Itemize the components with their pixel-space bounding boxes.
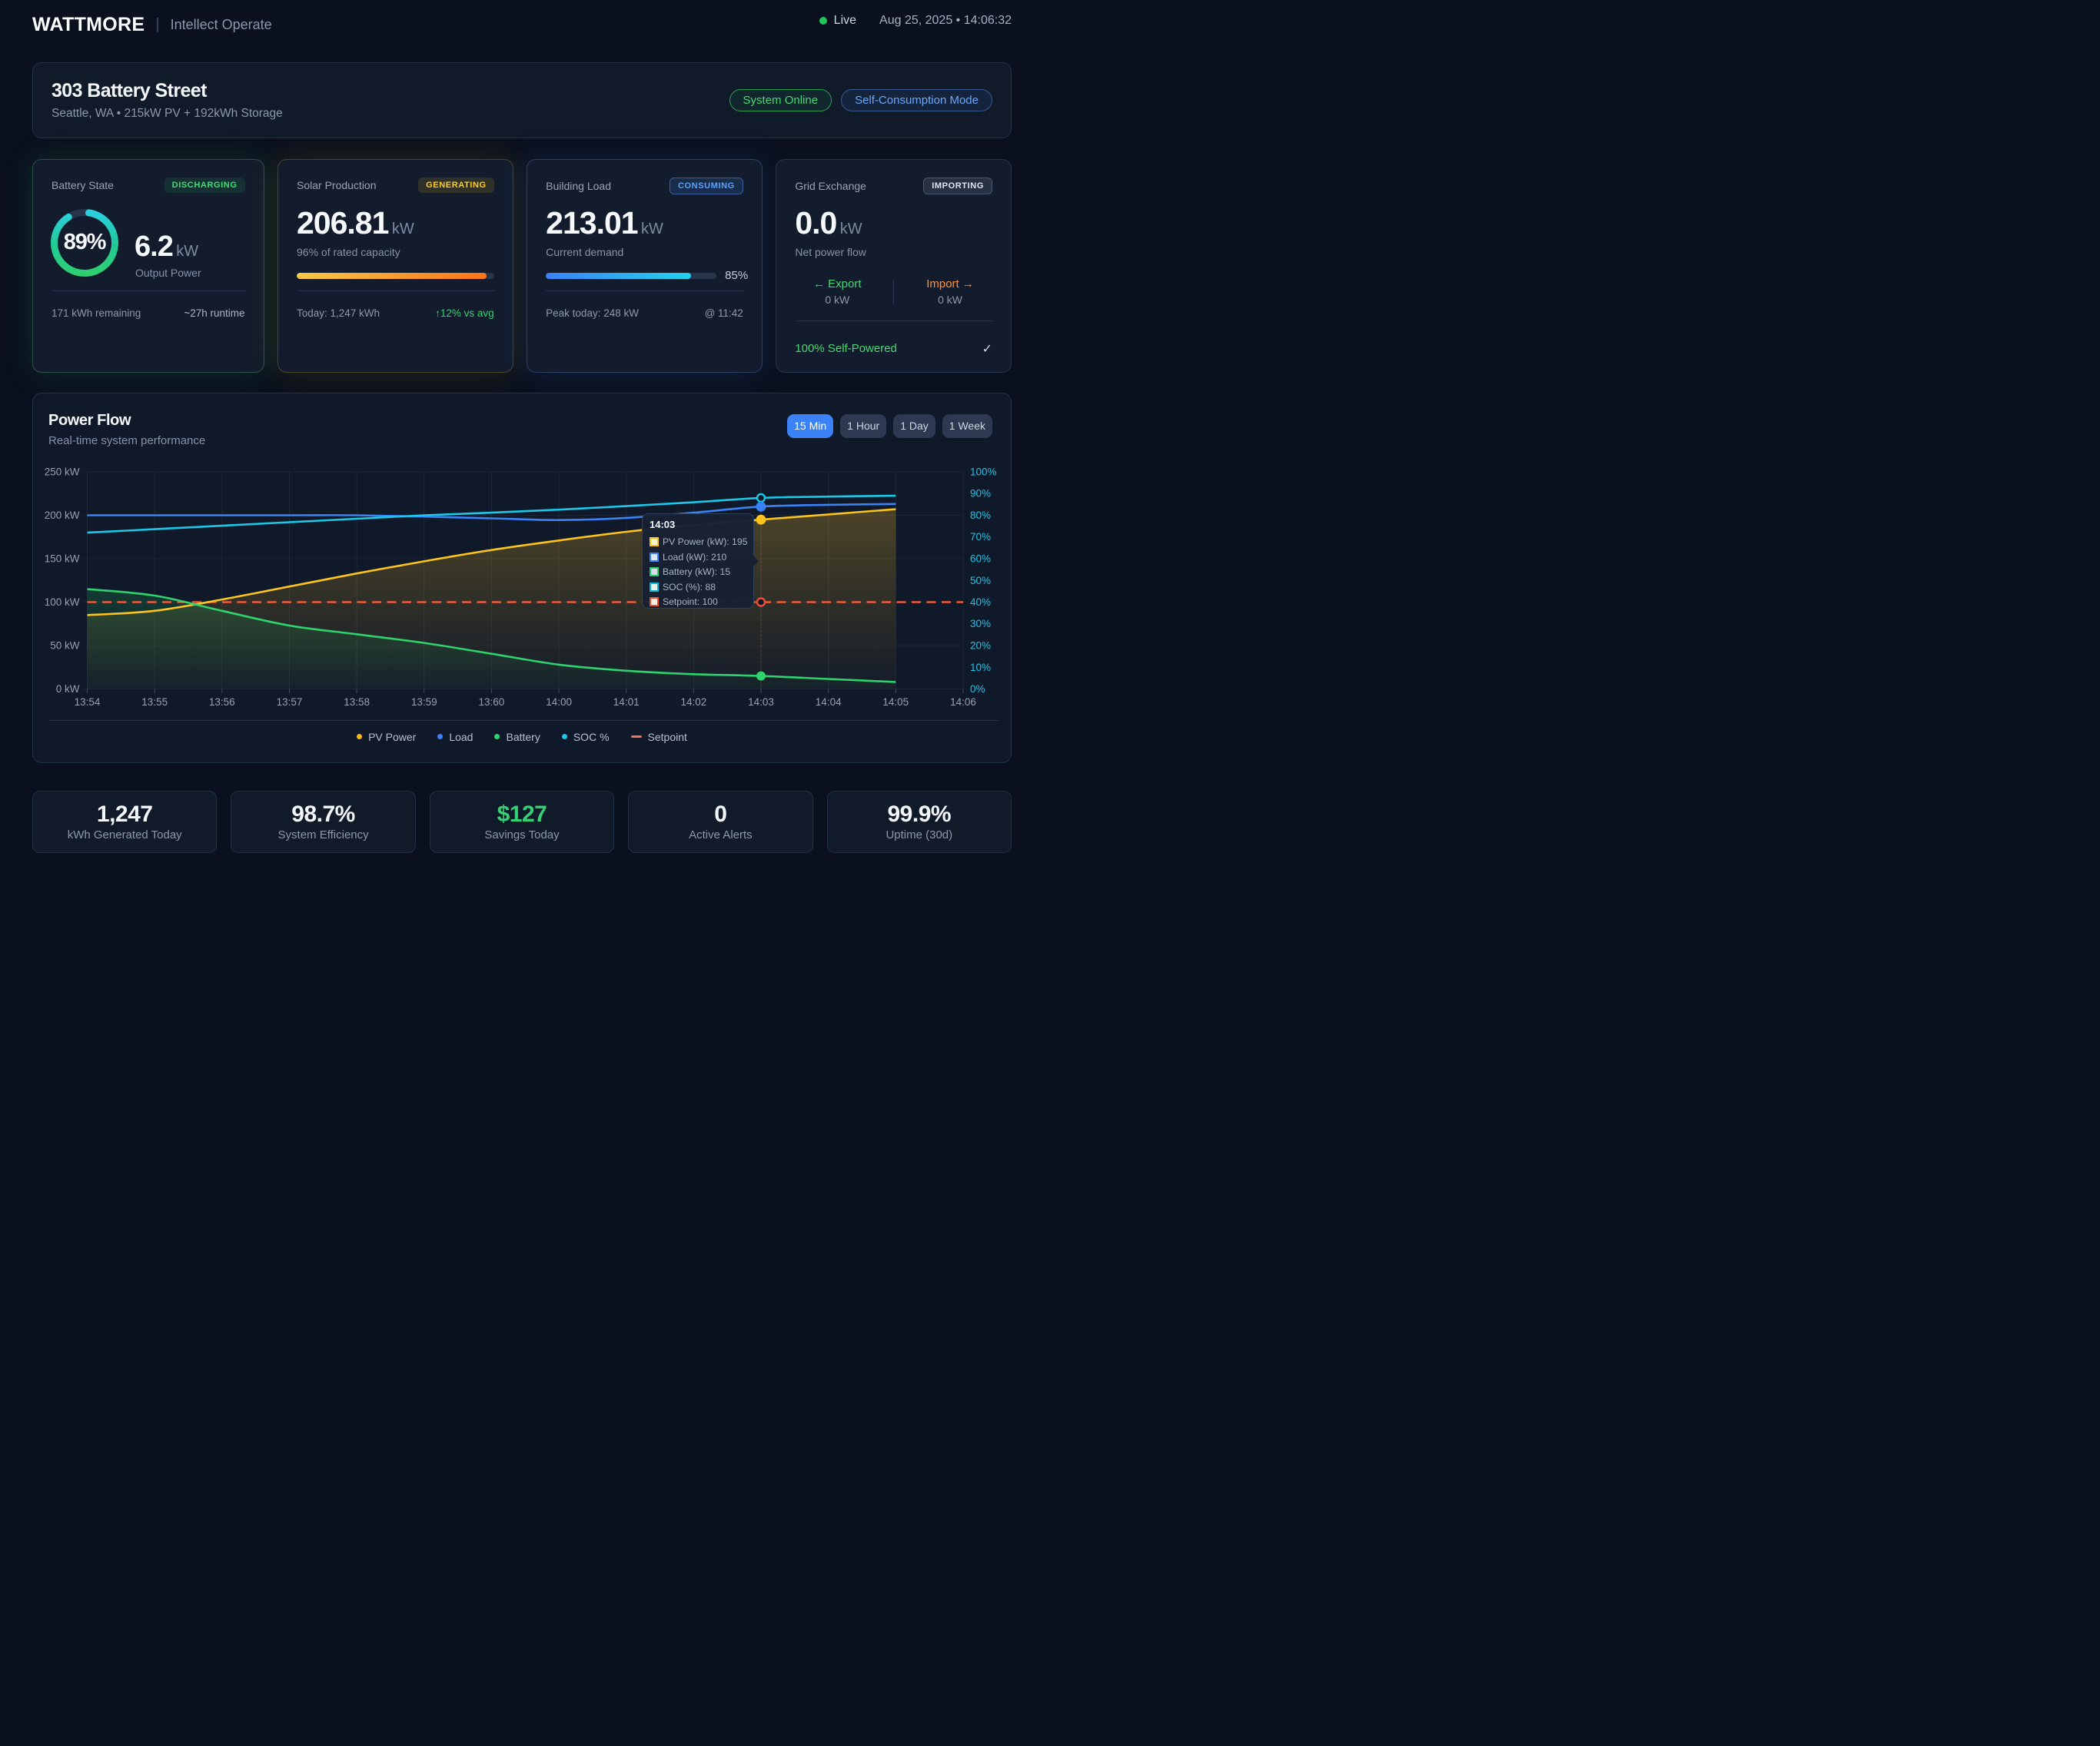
svg-text:14:05: 14:05 (882, 696, 909, 708)
svg-text:40%: 40% (970, 596, 991, 608)
svg-text:90%: 90% (970, 487, 991, 499)
svg-text:80%: 80% (970, 510, 991, 521)
svg-text:100%: 100% (970, 466, 997, 477)
svg-text:13:57: 13:57 (277, 696, 303, 708)
svg-text:0%: 0% (970, 683, 985, 695)
svg-text:14:04: 14:04 (816, 696, 842, 708)
svg-text:60%: 60% (970, 553, 991, 564)
svg-text:70%: 70% (970, 531, 991, 543)
svg-text:14:02: 14:02 (681, 696, 707, 708)
svg-text:13:55: 13:55 (141, 696, 168, 708)
svg-text:13:60: 13:60 (479, 696, 505, 708)
svg-text:14:03: 14:03 (748, 696, 774, 708)
svg-text:200 kW: 200 kW (45, 510, 80, 521)
svg-text:150 kW: 150 kW (45, 553, 80, 564)
svg-text:100 kW: 100 kW (45, 596, 80, 608)
svg-text:10%: 10% (970, 661, 991, 672)
svg-text:50%: 50% (970, 574, 991, 586)
svg-text:13:56: 13:56 (209, 696, 235, 708)
svg-text:20%: 20% (970, 639, 991, 651)
svg-text:50 kW: 50 kW (50, 639, 80, 651)
svg-text:14:06: 14:06 (950, 696, 976, 708)
svg-text:14:00: 14:00 (546, 696, 572, 708)
svg-text:14:01: 14:01 (613, 696, 640, 708)
svg-text:30%: 30% (970, 618, 991, 629)
svg-text:13:58: 13:58 (344, 696, 370, 708)
svg-text:250 kW: 250 kW (45, 466, 80, 477)
svg-text:13:59: 13:59 (411, 696, 437, 708)
svg-text:13:54: 13:54 (75, 696, 101, 708)
svg-text:0 kW: 0 kW (56, 683, 80, 695)
